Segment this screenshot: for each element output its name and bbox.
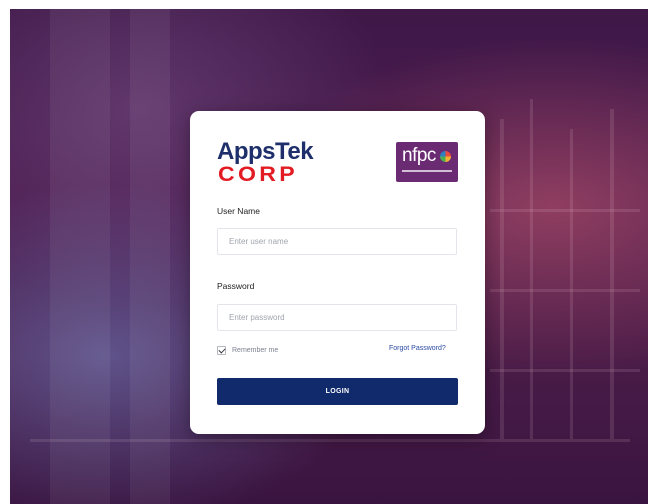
- login-card: AppsTek CORP nfpc User Name Password Rem…: [190, 111, 485, 434]
- nfpc-logo-text: nfpc: [402, 145, 436, 166]
- checkmark-icon: [218, 345, 226, 354]
- username-label: User Name: [217, 206, 260, 216]
- remember-me-row[interactable]: Remember me: [217, 344, 278, 356]
- remember-me-label: Remember me: [232, 346, 279, 354]
- username-input[interactable]: [217, 228, 457, 255]
- appstek-logo: AppsTek CORP: [217, 139, 317, 187]
- appstek-logo-top: AppsTek: [217, 138, 314, 165]
- login-button[interactable]: LOGIN: [217, 378, 458, 405]
- appstek-logo-bottom: CORP: [218, 163, 298, 186]
- nfpc-logo-mark-icon: [440, 151, 451, 162]
- password-input[interactable]: [217, 304, 457, 331]
- nfpc-logo-tagline-mark: [402, 170, 452, 172]
- remember-me-checkbox[interactable]: [217, 345, 226, 355]
- password-label: Password: [217, 281, 255, 291]
- nfpc-logo: nfpc: [396, 142, 458, 182]
- forgot-password-link[interactable]: Forgot Password?: [389, 345, 446, 352]
